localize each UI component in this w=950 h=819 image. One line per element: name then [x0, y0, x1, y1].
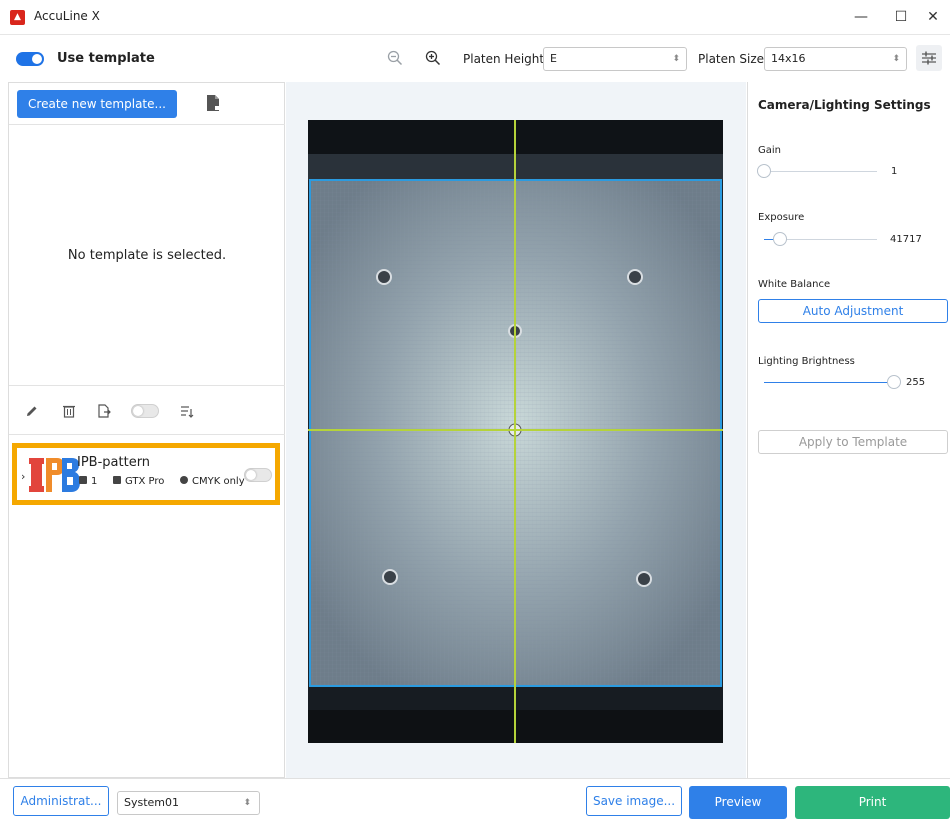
settings-panel-button[interactable]	[916, 45, 942, 71]
template-panel	[8, 82, 285, 778]
maximize-button[interactable]: ☐	[889, 6, 913, 28]
sort-icon[interactable]	[179, 403, 195, 419]
divider	[9, 124, 285, 125]
zoom-in-icon[interactable]	[425, 50, 441, 66]
administrator-button[interactable]: Administrat...	[13, 786, 109, 816]
platen-height-select[interactable]: E ⬍	[543, 47, 687, 71]
minimize-button[interactable]: —	[849, 6, 873, 28]
template-ink-mode: CMYK only	[180, 476, 245, 487]
camera-settings-title: Camera/Lighting Settings	[758, 98, 931, 112]
use-template-label: Use template	[57, 51, 155, 66]
gain-value: 1	[891, 166, 898, 177]
platen-size-value: 14x16	[771, 52, 806, 65]
select-arrows-icon: ⬍	[672, 54, 680, 64]
select-arrows-icon: ⬍	[892, 54, 900, 64]
system-select[interactable]: System01 ⬍	[117, 791, 260, 815]
select-arrows-icon: ⬍	[243, 798, 251, 808]
template-enable-toggle[interactable]	[244, 468, 272, 482]
printer-icon	[113, 476, 121, 484]
gain-slider-track	[764, 171, 877, 172]
preview-button[interactable]: Preview	[689, 786, 787, 819]
template-file-icon[interactable]	[205, 94, 221, 112]
empty-template-message: No template is selected.	[67, 248, 227, 263]
platen-camera-view[interactable]	[308, 120, 723, 743]
auto-adjustment-button[interactable]: Auto Adjustment	[758, 299, 948, 323]
template-list-toggle[interactable]	[131, 404, 159, 418]
title-bar: ▲ AccuLine X — ☐ ✕	[0, 0, 950, 35]
gain-slider-thumb[interactable]	[757, 164, 771, 178]
platen-height-label: Platen Height	[463, 52, 545, 66]
template-thumbnail	[29, 458, 80, 492]
template-list-item[interactable]: › IPB-pattern 1 GTX Pro CMYK only	[12, 443, 280, 505]
use-template-toggle[interactable]	[16, 52, 44, 66]
export-icon[interactable]	[96, 403, 112, 419]
white-balance-label: White Balance	[758, 279, 831, 290]
template-count: 1	[79, 476, 97, 487]
pencil-icon[interactable]	[24, 403, 40, 419]
trash-icon[interactable]	[61, 403, 77, 419]
app-title: AccuLine X	[34, 9, 100, 23]
create-template-button[interactable]: Create new template...	[17, 90, 177, 118]
expand-chevron-icon[interactable]: ›	[21, 470, 25, 483]
sliders-icon	[922, 51, 936, 65]
platen-size-label: Platen Size	[698, 52, 765, 66]
gain-label: Gain	[758, 145, 781, 156]
save-image-button[interactable]: Save image...	[586, 786, 682, 816]
divider	[9, 385, 285, 386]
lighting-slider-thumb[interactable]	[887, 375, 901, 389]
print-button[interactable]: Print	[795, 786, 950, 819]
close-button[interactable]: ✕	[921, 6, 945, 28]
platen-size-select[interactable]: 14x16 ⬍	[764, 47, 907, 71]
template-name: IPB-pattern	[77, 455, 151, 470]
lighting-value: 255	[906, 377, 926, 388]
zoom-out-icon[interactable]	[387, 50, 403, 66]
platen-height-value: E	[550, 52, 557, 65]
apply-to-template-button[interactable]: Apply to Template	[758, 430, 948, 454]
exposure-value: 41717	[890, 234, 922, 245]
image-icon	[79, 476, 87, 484]
lighting-slider-fill	[764, 382, 894, 383]
template-printer: GTX Pro	[113, 476, 164, 487]
exposure-slider-thumb[interactable]	[773, 232, 787, 246]
app-logo-icon: ▲	[10, 10, 25, 25]
toolbar: Use template Platen Height E ⬍ Platen Si…	[0, 36, 950, 82]
system-value: System01	[124, 796, 180, 809]
divider	[9, 434, 285, 435]
exposure-label: Exposure	[758, 212, 805, 223]
ink-drop-icon	[180, 476, 188, 484]
lighting-brightness-label: Lighting Brightness	[758, 356, 855, 367]
